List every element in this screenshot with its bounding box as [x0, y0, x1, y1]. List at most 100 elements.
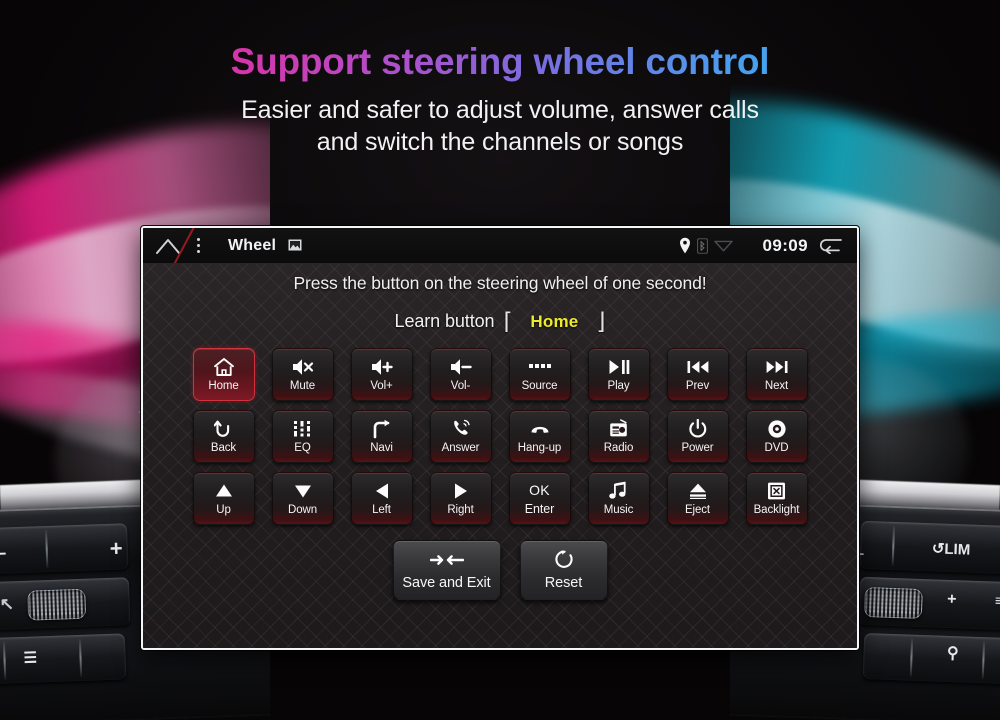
key-label: Music [603, 503, 634, 516]
marketing-headings: Support steering wheel control Easier an… [0, 42, 1000, 158]
key-label: Power [681, 441, 714, 454]
key-dvd[interactable]: DVD [745, 410, 808, 463]
phone-hangup-icon [530, 419, 550, 439]
minus-glyph: − [0, 543, 7, 564]
key-prev[interactable]: Prev [666, 348, 729, 401]
key-label: Radio [603, 441, 634, 454]
key-label: Up [216, 503, 231, 516]
plus-glyph: + [109, 535, 124, 561]
disc-icon [767, 419, 787, 439]
bluetooth-icon [696, 237, 708, 254]
key-label: Source [521, 379, 558, 392]
key-navi[interactable]: Navi [350, 410, 413, 463]
key-enter[interactable]: OK Enter [508, 472, 571, 525]
knurled-wheel [863, 586, 923, 619]
wheel-assist-glyph: ⚲ [946, 644, 959, 663]
key-label: Answer [441, 441, 480, 454]
key-eq[interactable]: EQ [271, 410, 334, 463]
clock: 09:09 [762, 235, 808, 255]
key-label: Navi [370, 441, 393, 454]
list-glyph: ☰ [23, 649, 38, 667]
play-pause-icon [608, 357, 630, 377]
key-left[interactable]: Left [350, 472, 413, 525]
key-label: Back [210, 441, 237, 454]
bracket-left: ⌈ [503, 308, 513, 334]
key-label: DVD [764, 441, 789, 454]
save-and-exit-button[interactable]: Save and Exit [392, 540, 501, 600]
triangle-up-icon [214, 481, 234, 501]
key-label: Hang-up [517, 441, 562, 454]
key-right[interactable]: Right [429, 472, 492, 525]
key-source[interactable]: Source [508, 348, 571, 401]
power-icon [688, 418, 708, 439]
reset-button[interactable]: Reset [519, 540, 608, 600]
key-eject[interactable]: Eject [666, 472, 729, 525]
key-label: Vol+ [370, 379, 393, 392]
key-mute[interactable]: Mute [271, 348, 334, 401]
wheel-learn-panel: Press the button on the steering wheel o… [143, 264, 857, 648]
key-label: Left [372, 503, 391, 516]
key-label: Enter [524, 502, 555, 517]
turn-right-icon [372, 419, 392, 439]
key-label: Eject [684, 503, 711, 516]
volume-down-icon [450, 357, 472, 377]
back-arrow-icon[interactable] [817, 238, 843, 254]
key-up[interactable]: Up [192, 472, 255, 525]
learn-button-label: Learn button [394, 311, 495, 331]
key-down[interactable]: Down [271, 472, 334, 525]
triangle-right-icon [451, 481, 471, 501]
key-label: Play [607, 379, 630, 392]
key-label: Vol- [450, 379, 471, 392]
key-radio[interactable]: Radio [587, 410, 650, 463]
function-key-grid: Home Mute Vol+ Vol- Source Play Prev Next Back EQ… [192, 348, 808, 525]
ok-text-icon: OK [529, 482, 550, 499]
app-title: Wheel [228, 237, 302, 255]
status-bar: Wheel 09:09 [143, 228, 857, 264]
key-label: Prev [685, 379, 710, 392]
knurled-wheel [27, 588, 87, 621]
action-label: Reset [544, 574, 583, 591]
eject-icon [688, 481, 708, 501]
key-answer[interactable]: Answer [429, 410, 492, 463]
key-label: Backlight [753, 503, 800, 516]
key-label: Mute [289, 379, 316, 392]
page-subtitle: Easier and safer to adjust volume, answe… [0, 94, 1000, 158]
plus-glyph: + [946, 590, 957, 609]
heat-plus-glyph: ≡+ [994, 592, 1000, 611]
assist-rocker [862, 632, 1000, 687]
car-head-unit-screen: Wheel 09:09 Press the button on the stee… [141, 226, 859, 650]
lim-label: ↺LIM [931, 540, 971, 559]
music-note-icon [609, 481, 628, 501]
key-backlight[interactable]: Backlight [745, 472, 808, 525]
home-outline-icon[interactable] [155, 237, 181, 254]
key-power[interactable]: Power [666, 410, 729, 463]
wifi-icon [713, 239, 733, 252]
speaker-mute-icon [292, 357, 314, 377]
key-music[interactable]: Music [587, 472, 650, 525]
key-vol-[interactable]: Vol+ [350, 348, 413, 401]
instruction-text: Press the button on the steering wheel o… [293, 273, 707, 293]
key-label: Next [764, 379, 789, 392]
key-vol-[interactable]: Vol- [429, 348, 492, 401]
volume-up-icon [371, 357, 393, 377]
picture-icon [288, 238, 302, 250]
action-button-row: Save and Exit Reset [392, 540, 608, 600]
key-play[interactable]: Play [587, 348, 650, 401]
phone-ring-icon [451, 419, 471, 439]
curve-glyph: ↖ [0, 594, 15, 614]
bracket-right: ⌋ [596, 308, 606, 334]
source-dots-icon [528, 357, 551, 377]
home-icon [213, 357, 235, 377]
save-exit-arrows-icon [429, 550, 464, 570]
key-label: Right [447, 503, 474, 516]
key-hang-up[interactable]: Hang-up [508, 410, 571, 463]
overflow-menu-icon[interactable] [197, 238, 200, 253]
key-home[interactable]: Home [192, 348, 255, 401]
key-back[interactable]: Back [192, 410, 255, 463]
key-next[interactable]: Next [745, 348, 808, 401]
radio-icon [609, 418, 628, 439]
key-label: Home [208, 379, 239, 392]
subtitle-line-1: Easier and safer to adjust volume, answe… [241, 95, 759, 124]
next-track-icon [766, 357, 788, 377]
page-title: Support steering wheel control [0, 42, 1000, 82]
